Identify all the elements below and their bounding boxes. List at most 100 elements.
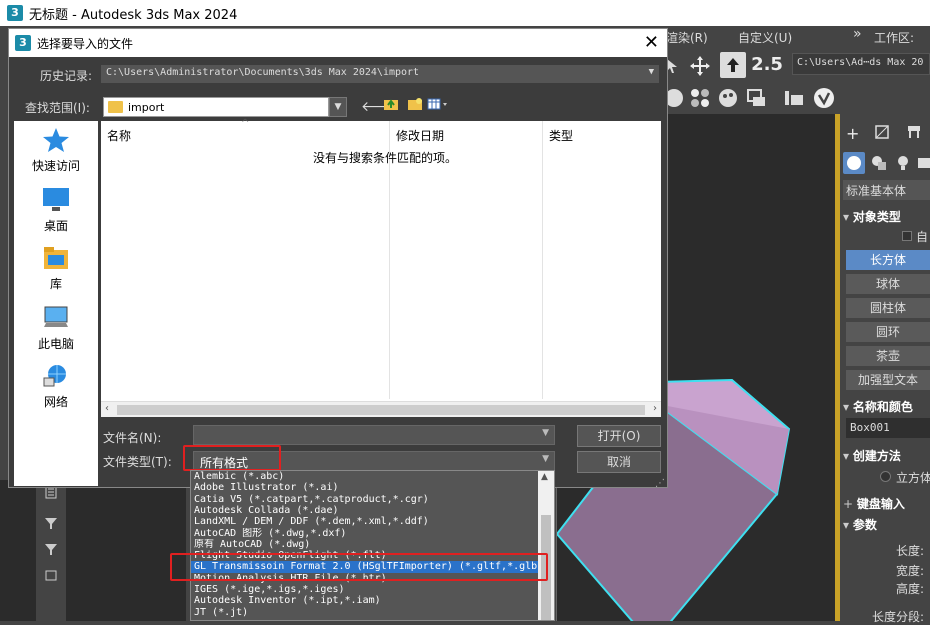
places-bar: 快速访问 桌面 库 此电脑 网络	[14, 121, 98, 486]
keyboard-entry-header[interactable]: 键盘输入	[843, 495, 930, 512]
move-icon[interactable]	[688, 54, 712, 78]
place-desktop[interactable]: 桌面	[14, 187, 98, 234]
filetype-option[interactable]: Alembic (*.abc)	[191, 471, 539, 482]
name-color-header[interactable]: 名称和颜色	[843, 398, 930, 415]
arnold-render-icon[interactable]	[812, 86, 836, 110]
lookin-chevron-icon[interactable]: ▼	[329, 97, 347, 117]
network-icon	[42, 363, 70, 389]
length-label: 长度:	[895, 544, 924, 558]
folder-icon	[108, 101, 123, 113]
horizontal-scrollbar[interactable]: ‹ ›	[101, 401, 661, 417]
select-manipulate-icon[interactable]	[720, 52, 746, 78]
library-icon	[42, 245, 70, 271]
filetype-option[interactable]: IGES (*.ige,*.igs,*.iges)	[191, 584, 539, 595]
place-library[interactable]: 库	[14, 245, 98, 292]
parameters-header[interactable]: 参数	[843, 516, 930, 533]
history-dropdown[interactable]: C:\Users\Administrator\Documents\3ds Max…	[101, 65, 659, 83]
column-modified[interactable]: 修改日期	[396, 127, 444, 144]
place-label: 网络	[43, 395, 68, 409]
torus-button[interactable]: 圆环	[846, 322, 930, 342]
material-slate-icon[interactable]	[688, 86, 712, 110]
sphere-button[interactable]: 球体	[846, 274, 930, 294]
app-title-bar: 3 无标题 - Autodesk 3ds Max 2024	[0, 0, 930, 26]
app-title: 无标题 - Autodesk 3ds Max 2024	[29, 7, 238, 23]
cylinder-button[interactable]: 圆柱体	[846, 298, 930, 318]
resize-grip-icon[interactable]: ⋰	[655, 478, 665, 489]
height-label: 高度:	[895, 582, 924, 596]
scroll-thumb[interactable]	[117, 405, 645, 415]
menu-render[interactable]: 渲染(R)	[666, 29, 708, 46]
scroll-up-icon[interactable]: ▲	[541, 472, 548, 482]
project-path-field[interactable]: C:\Users\Ad⋯ds Max 20	[792, 53, 930, 75]
hierarchy-tab-icon[interactable]	[906, 124, 922, 144]
menu-overflow-icon[interactable]: »	[853, 26, 862, 42]
filetype-option[interactable]: Autodesk Collada (*.dae)	[191, 505, 539, 516]
chevron-down-icon[interactable]: ▼	[542, 454, 549, 464]
filter-icon[interactable]	[36, 542, 66, 564]
left-toolbar	[36, 480, 66, 621]
object-name-input[interactable]: Box001	[846, 418, 930, 438]
box-button[interactable]: 长方体	[846, 250, 930, 270]
teapot-button[interactable]: 茶壶	[846, 346, 930, 366]
dialog-title: 选择要导入的文件	[37, 36, 134, 51]
filename-label: 文件名(N):	[103, 431, 162, 445]
filetype-list[interactable]: Alembic (*.abc) Adobe Illustrator (*.ai)…	[190, 470, 555, 621]
render-setup-icon[interactable]	[716, 86, 740, 110]
filetype-option[interactable]: LandXML / DEM / DDF (*.dem,*.xml,*.ddf)	[191, 516, 539, 527]
filetype-option[interactable]: 原有 AutoCAD (*.dwg)	[191, 539, 539, 550]
object-type-header[interactable]: 对象类型	[843, 208, 930, 225]
cancel-button[interactable]: 取消	[577, 451, 661, 473]
cameras-icon[interactable]	[918, 156, 930, 173]
viewport-area-left	[66, 480, 186, 621]
layer-icon[interactable]	[36, 568, 66, 590]
open-button[interactable]: 打开(O)	[577, 425, 661, 447]
highlight-filetype-box	[183, 445, 281, 471]
filetype-option[interactable]: AutoCAD 图形 (*.dwg,*.dxf)	[191, 528, 539, 539]
view-menu-icon[interactable]	[427, 97, 447, 117]
place-this-pc[interactable]: 此电脑	[14, 305, 98, 352]
geometry-icon[interactable]	[843, 152, 865, 174]
filter-all-icon[interactable]	[36, 516, 66, 538]
filetype-option[interactable]: JT (*.jt)	[191, 607, 539, 618]
scroll-right-icon[interactable]: ›	[653, 403, 657, 414]
create-tab-icon[interactable]: +	[846, 124, 859, 143]
filename-input[interactable]: ▼	[193, 425, 555, 445]
close-icon[interactable]: ✕	[644, 32, 659, 53]
command-panel: + 标准基本体 对象类型 自 长方体 球体 圆柱体 圆环 茶壶 加强型文本 名称…	[840, 114, 930, 624]
dialog-title-bar: 3 选择要导入的文件 ✕	[9, 29, 667, 57]
place-label: 库	[49, 277, 62, 291]
filetype-option[interactable]: Autodesk Inventor (*.ipt,*.iam)	[191, 595, 539, 606]
render-frame-icon[interactable]	[744, 86, 768, 110]
menu-customize[interactable]: 自定义(U)	[738, 29, 792, 46]
vertical-scrollbar[interactable]: ▲	[538, 471, 554, 620]
scroll-left-icon[interactable]: ‹	[105, 403, 109, 414]
creation-method-header[interactable]: 创建方法	[843, 447, 930, 464]
column-name[interactable]: 名称	[107, 127, 131, 144]
history-label: 历史记录:	[40, 69, 93, 83]
place-network[interactable]: 网络	[14, 363, 98, 410]
modify-tab-icon[interactable]	[874, 124, 890, 144]
chevron-down-icon[interactable]: ▼	[542, 428, 549, 438]
textplus-button[interactable]: 加强型文本	[846, 370, 930, 390]
workspace-label: 工作区:	[874, 31, 915, 45]
lights-icon[interactable]	[894, 154, 912, 175]
new-folder-icon[interactable]	[405, 97, 425, 117]
cube-radio-label: 立方体	[896, 471, 930, 485]
category-dropdown[interactable]: 标准基本体	[843, 180, 930, 200]
file-list[interactable]: 名称 ^ 修改日期 类型 没有与搜索条件匹配的项。 ‹ ›	[101, 118, 661, 417]
back-icon[interactable]: 🡐	[361, 97, 399, 117]
sort-ascending-icon: ^	[241, 118, 250, 129]
lookin-dropdown[interactable]: import	[103, 97, 329, 117]
column-type[interactable]: 类型	[549, 127, 573, 144]
shapes-icon[interactable]	[870, 154, 888, 175]
up-folder-icon[interactable]	[381, 97, 401, 117]
render-production-icon[interactable]	[782, 86, 806, 110]
place-quick-access[interactable]: 快速访问	[14, 127, 98, 174]
filetype-option[interactable]: Adobe Illustrator (*.ai)	[191, 482, 539, 493]
autogrid-checkbox[interactable]	[902, 231, 912, 241]
snap-toggle-icon[interactable]: 2.5	[751, 52, 783, 76]
cube-radio[interactable]	[880, 471, 891, 482]
chevron-down-icon: ▼	[648, 67, 654, 77]
length-segs-label: 长度分段:	[871, 610, 924, 624]
filetype-option[interactable]: Catia V5 (*.catpart,*.catproduct,*.cgr)	[191, 494, 539, 505]
